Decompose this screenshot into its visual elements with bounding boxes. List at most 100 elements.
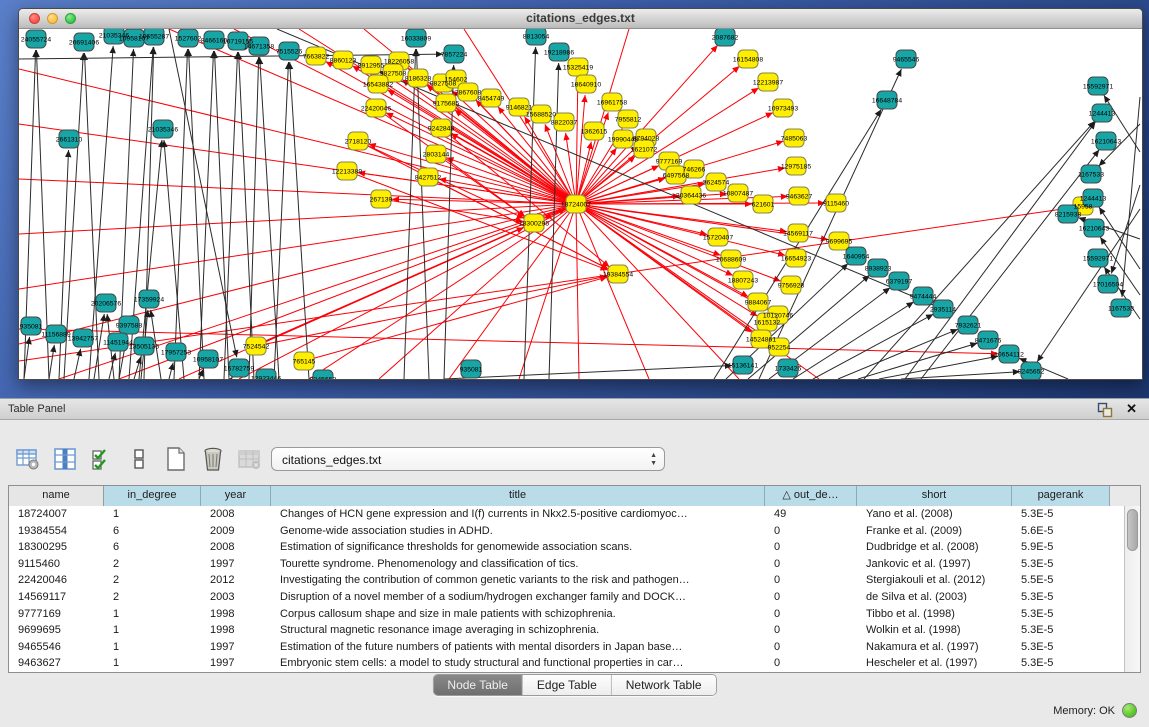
cell-short[interactable]: Jankovic et al. (1997) [857, 556, 1012, 573]
graph-node[interactable] [554, 113, 574, 131]
cell-title[interactable]: Estimation of significance thresholds fo… [271, 539, 765, 556]
column-header-short[interactable]: short [857, 486, 1012, 506]
graph-node[interactable] [204, 31, 224, 49]
cell-short[interactable]: Yano et al. (2008) [857, 506, 1012, 523]
graph-node[interactable] [681, 186, 701, 204]
graph-node[interactable] [461, 360, 481, 378]
table-row[interactable]: 946362711997Embryonic stem cells: a mode… [9, 655, 1124, 672]
graph-node[interactable] [829, 232, 849, 250]
graph-node[interactable] [229, 359, 249, 377]
graph-node[interactable] [684, 160, 704, 178]
cell-out_de[interactable]: 0 [765, 556, 857, 573]
column-header-year[interactable]: year [201, 486, 271, 506]
graph-node[interactable] [784, 129, 804, 147]
cell-out_de[interactable]: 0 [765, 589, 857, 606]
graph-node[interactable] [119, 316, 139, 334]
graph-node[interactable] [256, 369, 276, 380]
graph-node[interactable] [21, 317, 41, 335]
table-row[interactable]: 1938455462009Genome-wide association stu… [9, 523, 1124, 540]
cell-name[interactable]: 9699695 [9, 622, 104, 639]
graph-node[interactable] [758, 73, 778, 91]
cell-year[interactable]: 2012 [201, 572, 271, 589]
graph-node[interactable] [1021, 362, 1041, 380]
graph-node[interactable] [524, 214, 544, 232]
column-visibility-icon[interactable] [51, 445, 79, 473]
row-height-icon[interactable] [125, 445, 153, 473]
cell-year[interactable]: 2008 [201, 506, 271, 523]
column-header-title[interactable]: title [271, 486, 765, 506]
cell-in_degree[interactable]: 1 [104, 606, 201, 623]
cell-short[interactable]: Stergiakouli et al. (2012) [857, 572, 1012, 589]
graph-node[interactable] [74, 33, 94, 51]
cell-year[interactable]: 2003 [201, 589, 271, 606]
delete-attribute-icon[interactable] [199, 445, 227, 473]
cell-year[interactable]: 1997 [201, 639, 271, 656]
graph-node[interactable] [246, 337, 266, 355]
cell-year[interactable]: 1998 [201, 622, 271, 639]
graph-node[interactable] [1083, 189, 1103, 207]
graph-node[interactable] [608, 265, 628, 283]
cell-title[interactable]: Disruption of a novel member of a sodium… [271, 589, 765, 606]
cell-title[interactable]: Corpus callosum shape and size in male p… [271, 606, 765, 623]
cell-short[interactable]: de Silva et al. (2003) [857, 589, 1012, 606]
graph-node[interactable] [715, 29, 735, 46]
cell-pagerank[interactable]: 5.3E-5 [1012, 589, 1110, 606]
cell-pagerank[interactable]: 5.3E-5 [1012, 606, 1110, 623]
graph-node[interactable] [721, 250, 741, 268]
graph-node[interactable] [366, 99, 386, 117]
tab-network-table[interactable]: Network Table [612, 675, 716, 696]
graph-node[interactable] [124, 29, 144, 47]
cell-name[interactable]: 9777169 [9, 606, 104, 623]
cell-short[interactable]: Wolkin et al. (1998) [857, 622, 1012, 639]
graph-node[interactable] [568, 58, 588, 76]
cell-title[interactable]: Changes of HCN gene expression and I(f) … [271, 506, 765, 523]
table-row[interactable]: 1456911722003Disruption of a novel membe… [9, 589, 1124, 606]
float-panel-icon[interactable] [1097, 402, 1113, 418]
cell-pagerank[interactable]: 5.9E-5 [1012, 539, 1110, 556]
cell-out_de[interactable]: 0 [765, 639, 857, 656]
cell-in_degree[interactable]: 1 [104, 506, 201, 523]
graph-node[interactable] [584, 122, 604, 140]
graph-node[interactable] [368, 75, 388, 93]
cell-pagerank[interactable]: 5.5E-5 [1012, 572, 1110, 589]
cell-out_de[interactable]: 0 [765, 606, 857, 623]
cell-year[interactable]: 1997 [201, 655, 271, 672]
graph-node[interactable] [549, 43, 569, 61]
table-options-icon[interactable] [14, 445, 42, 473]
cell-out_de[interactable]: 0 [765, 622, 857, 639]
cell-out_de[interactable]: 0 [765, 539, 857, 556]
graph-node[interactable] [337, 162, 357, 180]
graph-node[interactable] [531, 105, 551, 123]
graph-node[interactable] [602, 93, 622, 111]
tab-node-table[interactable]: Node Table [433, 675, 523, 696]
graph-node[interactable] [26, 30, 46, 48]
graph-node[interactable] [728, 184, 748, 202]
cell-in_degree[interactable]: 6 [104, 523, 201, 540]
graph-node[interactable] [1058, 205, 1078, 223]
graph-node[interactable] [313, 370, 333, 380]
graph-node[interactable] [773, 99, 793, 117]
cell-pagerank[interactable]: 5.6E-5 [1012, 523, 1110, 540]
graph-node[interactable] [1111, 299, 1131, 317]
table-row[interactable]: 2242004622012Investigating the contribut… [9, 572, 1124, 589]
vertical-scrollbar[interactable] [1124, 506, 1140, 672]
cell-short[interactable]: Dudbridge et al. (2008) [857, 539, 1012, 556]
cell-title[interactable]: Investigating the contribution of common… [271, 572, 765, 589]
cell-name[interactable]: 14569117 [9, 589, 104, 606]
graph-node[interactable] [458, 83, 478, 101]
cell-pagerank[interactable]: 5.3E-5 [1012, 506, 1110, 523]
table-row[interactable]: 946554611997Estimation of the future num… [9, 639, 1124, 656]
graph-node[interactable] [706, 173, 726, 191]
cell-title[interactable]: Embryonic stem cells: a model to study s… [271, 655, 765, 672]
graph-node[interactable] [144, 29, 164, 45]
cell-out_de[interactable]: 0 [765, 572, 857, 589]
graph-node[interactable] [748, 293, 768, 311]
cell-title[interactable]: Estimation of the future numbers of pati… [271, 639, 765, 656]
table-panel-titlebar[interactable]: Table Panel ✕ [0, 398, 1149, 420]
table-row[interactable]: 1872400712008Changes of HCN gene express… [9, 506, 1124, 523]
graph-node[interactable] [1098, 275, 1118, 293]
graph-node[interactable] [889, 272, 909, 290]
cell-in_degree[interactable]: 2 [104, 589, 201, 606]
graph-node[interactable] [753, 195, 773, 213]
graph-node[interactable] [279, 42, 299, 60]
